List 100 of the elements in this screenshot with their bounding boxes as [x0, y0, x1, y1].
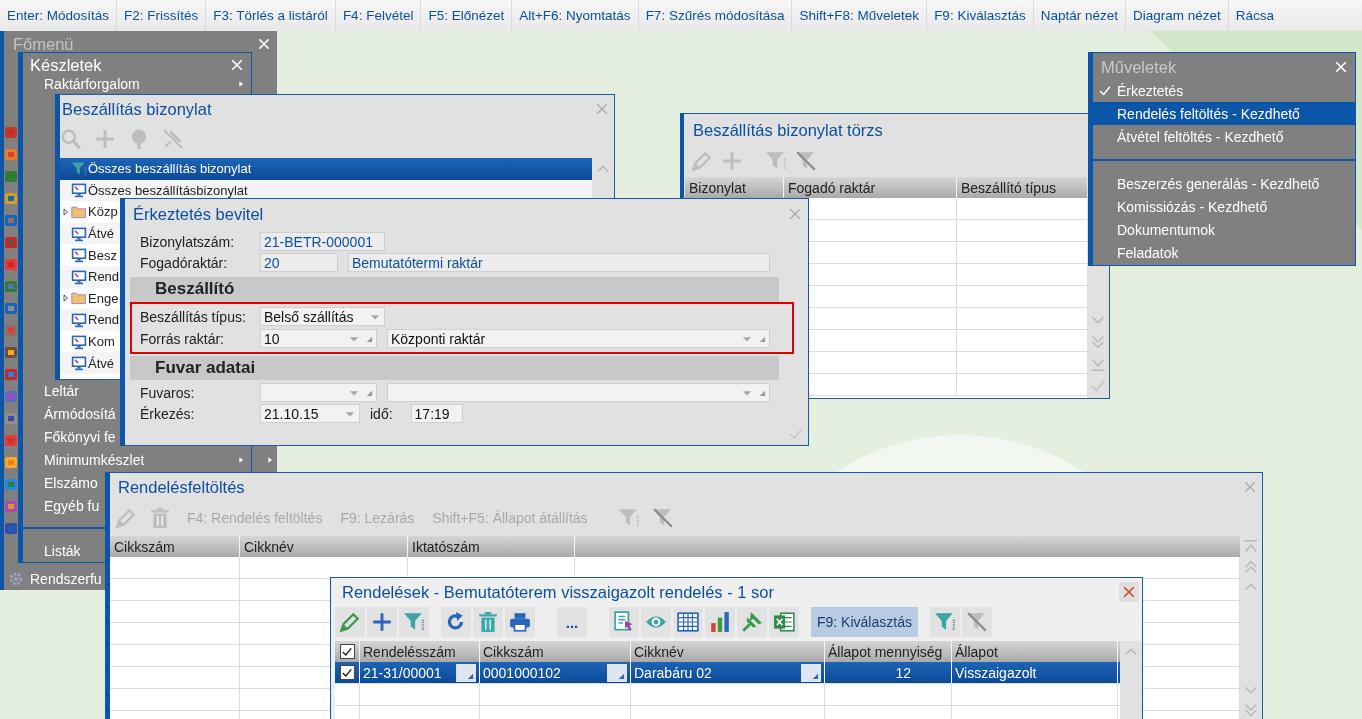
toolbar-button[interactable]	[335, 607, 365, 637]
menu-item[interactable]: Raktárforgalom	[44, 76, 140, 92]
menu-item[interactable]: Érkeztetés	[1093, 79, 1355, 102]
menu-item[interactable]: Egyéb fu	[44, 497, 100, 514]
lookup-field[interactable]: 10	[260, 329, 377, 348]
app-icon[interactable]	[5, 192, 18, 205]
date-field[interactable]: 21.10.15	[260, 404, 360, 423]
toolbar-button[interactable]	[609, 607, 639, 637]
toolbar-button[interactable]: Diagram nézet	[1125, 0, 1229, 31]
toolbar-button[interactable]	[673, 607, 703, 637]
menu-title: Műveletek	[1101, 57, 1177, 77]
checkbox[interactable]	[339, 644, 355, 659]
app-icon[interactable]	[5, 456, 18, 469]
menu-item[interactable]: Átvétel feltöltés - Kezdhető	[1093, 125, 1355, 148]
table-cell: 12	[825, 662, 952, 683]
column-header[interactable]: Iktatószám	[408, 536, 575, 557]
corner-icon[interactable]	[757, 388, 766, 397]
toolbar-button[interactable]: F4: Felvétel	[335, 0, 422, 31]
page-down-icon[interactable]	[1242, 701, 1260, 719]
tree-item[interactable]: Kom	[88, 334, 115, 350]
toolbar-button[interactable]: F5: Előnézet	[421, 0, 513, 31]
menu-item[interactable]: Listák	[44, 542, 81, 559]
expand-icon[interactable]	[61, 207, 71, 217]
close-icon[interactable]	[1121, 584, 1137, 600]
field-label: Beszállítás típus:	[140, 308, 247, 325]
column-header[interactable]: Cikkszám	[110, 536, 240, 557]
toolbar-button[interactable]: F7: Szűrés módosítása	[638, 0, 793, 31]
close-icon[interactable]	[1333, 59, 1349, 75]
toolbar-button[interactable]	[737, 607, 767, 637]
input-field[interactable]: 20	[260, 253, 338, 272]
close-icon[interactable]	[229, 57, 245, 73]
tree-item[interactable]: Enge	[88, 290, 119, 306]
toolbar-button[interactable]	[929, 607, 960, 637]
toolbar-button[interactable]	[641, 607, 671, 637]
corner-icon[interactable]	[364, 334, 373, 343]
toolbar-button[interactable]	[367, 607, 397, 637]
pin-icon	[741, 611, 763, 633]
dropdown-field[interactable]: Belső szállítás	[260, 307, 385, 326]
tree-item[interactable]: Rend	[88, 312, 120, 328]
table-cell: 0001000102	[483, 664, 561, 681]
lookup-field[interactable]	[260, 383, 377, 402]
toolbar-button[interactable]: F9: Kiválasztás	[811, 607, 918, 637]
close-icon[interactable]	[256, 36, 272, 52]
input-field[interactable]: 21-BETR-000001	[260, 232, 385, 251]
app-icon[interactable]	[5, 346, 18, 359]
menu-item[interactable]: Főkönyvi fe	[44, 428, 116, 445]
menu-item[interactable]: Leltár	[44, 382, 80, 399]
expand-icon[interactable]	[61, 293, 71, 304]
app-icon[interactable]	[5, 368, 18, 381]
page-up-icon[interactable]	[1242, 558, 1260, 576]
more-button[interactable]: ...	[557, 607, 587, 637]
close-icon[interactable]	[787, 206, 803, 222]
tree-item[interactable]: Átvé	[88, 355, 114, 371]
toolbar-button[interactable]: Shift+F8: Műveletek	[792, 0, 928, 31]
menu-item[interactable]: Beszerzés generálás - Kezdhető	[1093, 172, 1355, 195]
menu-item[interactable]: Komissiózás - Kezdhető	[1093, 195, 1355, 218]
menu-item[interactable]: Elszámo	[44, 474, 98, 491]
input-field[interactable]: 17:19	[410, 404, 463, 423]
app-icon[interactable]	[5, 412, 18, 425]
close-icon[interactable]	[1242, 479, 1258, 495]
menu-item[interactable]: Ármódosítá	[44, 405, 116, 422]
toolbar-button[interactable]	[705, 607, 735, 637]
check-icon[interactable]	[788, 426, 804, 442]
toolbar-button[interactable]: Rácsa	[1228, 0, 1282, 31]
menu-item[interactable]: Rendelés feltöltés - Kezdhető	[1093, 102, 1355, 125]
page-down-icon[interactable]	[1089, 333, 1107, 351]
close-icon[interactable]	[594, 101, 610, 117]
app-icon[interactable]	[5, 522, 18, 535]
toolbar-button[interactable]: Naptár nézet	[1033, 0, 1126, 31]
window-title: Beszállítás bizonylat	[62, 99, 212, 119]
toolbar-button[interactable]	[769, 607, 799, 637]
app-icon[interactable]	[5, 236, 18, 249]
table-cell: 21-31/00001	[363, 664, 442, 681]
check-icon[interactable]	[1089, 377, 1107, 395]
toolbar-button[interactable]	[505, 607, 535, 637]
corner-icon[interactable]	[757, 334, 766, 343]
lookup-field[interactable]	[387, 383, 770, 402]
app-icon[interactable]	[5, 302, 18, 315]
input-field[interactable]: Bemutatótermi raktár	[348, 253, 770, 272]
folder-icon	[71, 204, 87, 220]
toolbar-button[interactable]: Alt+F6: Nyomtatás	[512, 0, 639, 31]
toolbar-button[interactable]	[441, 607, 471, 637]
menu-item[interactable]: Feladatok	[1093, 241, 1355, 264]
toolbar-button[interactable]: F9: Kiválasztás	[927, 0, 1034, 31]
check-icon	[341, 666, 353, 679]
column-header[interactable]: Cikknév	[240, 536, 408, 557]
menu-item[interactable]: Rendszerfu	[30, 571, 102, 587]
field-label: Forrás raktár:	[140, 330, 225, 347]
table-icon	[677, 611, 699, 633]
tree-item[interactable]: Rend	[88, 269, 120, 285]
menu-item[interactable]: Dokumentumok	[1093, 218, 1355, 241]
corner-icon[interactable]	[364, 388, 373, 397]
tree-item[interactable]: Besz	[88, 247, 117, 263]
menu-item[interactable]: Minimumkészlet	[44, 451, 145, 468]
lookup-field[interactable]: Központi raktár	[387, 329, 770, 348]
app-icon[interactable]	[5, 500, 18, 513]
filter-icon	[403, 611, 425, 633]
tree-item[interactable]: Átvé	[88, 226, 114, 242]
tree-item[interactable]: Közp	[88, 204, 118, 220]
checkbox[interactable]	[339, 665, 355, 680]
